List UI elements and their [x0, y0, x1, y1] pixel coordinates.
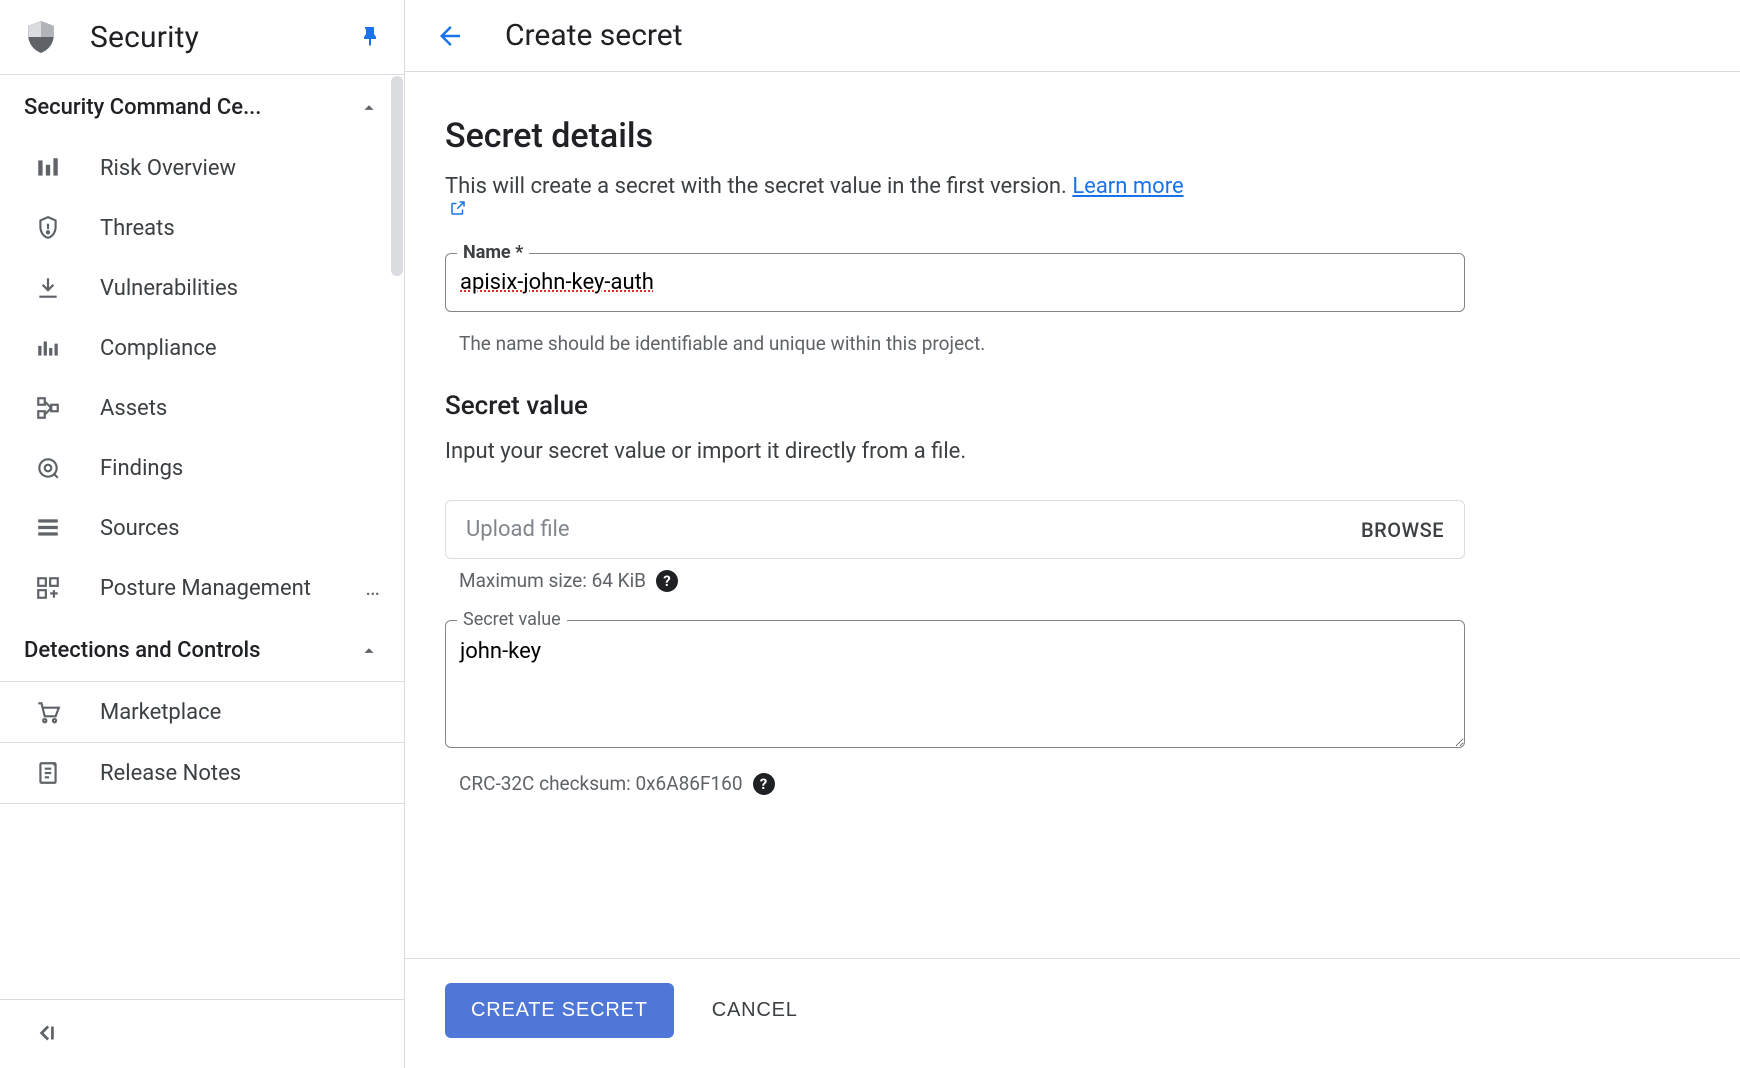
- max-size-text: Maximum size: 64 KiB: [459, 569, 646, 592]
- marketplace-icon: [34, 698, 62, 726]
- name-input[interactable]: [445, 253, 1465, 312]
- checksum-row: CRC-32C checksum: 0x6A86F160 ?: [445, 762, 1700, 795]
- section-description: This will create a secret with the secre…: [445, 174, 1700, 217]
- upload-file-box: Upload file BROWSE: [445, 500, 1465, 559]
- divider: [0, 803, 404, 804]
- sidebar-item-posture-management[interactable]: Posture Management …: [0, 558, 404, 618]
- nav-label: Findings: [100, 456, 380, 481]
- security-shield-icon: [22, 18, 60, 56]
- sidebar-section-label: Detections and Controls: [24, 638, 358, 663]
- sidebar-item-risk-overview[interactable]: Risk Overview: [0, 138, 404, 198]
- sidebar-item-release-notes[interactable]: Release Notes: [0, 743, 404, 803]
- name-field: Name *: [445, 253, 1465, 312]
- findings-icon: [34, 454, 62, 482]
- content: Secret details This will create a secret…: [405, 72, 1740, 958]
- sidebar-item-compliance[interactable]: Compliance: [0, 318, 404, 378]
- learn-more-link[interactable]: Learn more: [1072, 174, 1183, 199]
- sidebar-item-sources[interactable]: Sources: [0, 498, 404, 558]
- collapse-sidebar-button[interactable]: [0, 999, 404, 1068]
- action-bar: CREATE SECRET CANCEL: [405, 958, 1740, 1068]
- learn-more-text: Learn more: [1072, 174, 1183, 199]
- help-icon[interactable]: ?: [656, 570, 678, 592]
- sidebar: Security Security Command Ce... Risk Ove…: [0, 0, 405, 1068]
- back-button[interactable]: [435, 21, 465, 51]
- sidebar-item-vulnerabilities[interactable]: Vulnerabilities: [0, 258, 404, 318]
- main: Create secret Secret details This will c…: [405, 0, 1740, 1068]
- nav-label: Posture Management: [100, 576, 359, 601]
- pin-icon[interactable]: [360, 25, 384, 49]
- sidebar-section-detections[interactable]: Detections and Controls: [0, 618, 404, 681]
- checksum-text: CRC-32C checksum: 0x6A86F160: [459, 772, 743, 795]
- nav-label: Sources: [100, 516, 380, 541]
- cancel-button[interactable]: CANCEL: [712, 999, 798, 1022]
- nav-label: Compliance: [100, 336, 380, 361]
- secret-value-input[interactable]: [445, 620, 1465, 748]
- assets-icon: [34, 394, 62, 422]
- name-label: Name *: [457, 242, 529, 263]
- nav-label: Vulnerabilities: [100, 276, 380, 301]
- dashboard-icon: [34, 154, 62, 182]
- section-heading-value: Secret value: [445, 391, 1700, 421]
- sidebar-header: Security: [0, 0, 404, 75]
- secret-value-label: Secret value: [457, 609, 567, 630]
- nav-label: Assets: [100, 396, 380, 421]
- posture-icon: [34, 574, 62, 602]
- sidebar-scrollbar[interactable]: [389, 76, 404, 366]
- chevron-up-icon: [358, 640, 380, 662]
- sidebar-section-label: Security Command Ce...: [24, 95, 358, 120]
- section-desc-text: This will create a secret with the secre…: [445, 174, 1067, 199]
- sidebar-item-findings[interactable]: Findings: [0, 438, 404, 498]
- compliance-icon: [34, 334, 62, 362]
- sidebar-item-threats[interactable]: Threats: [0, 198, 404, 258]
- page-title: Create secret: [505, 18, 683, 53]
- browse-button[interactable]: BROWSE: [1361, 518, 1444, 542]
- topbar: Create secret: [405, 0, 1740, 72]
- section-heading-details: Secret details: [445, 116, 1700, 156]
- nav-label: Risk Overview: [100, 156, 380, 181]
- max-size-row: Maximum size: 64 KiB ?: [445, 559, 1700, 592]
- sources-icon: [34, 514, 62, 542]
- create-secret-button[interactable]: CREATE SECRET: [445, 983, 674, 1038]
- release-notes-icon: [34, 759, 62, 787]
- external-link-icon: [445, 199, 1700, 217]
- sidebar-item-marketplace[interactable]: Marketplace: [0, 682, 404, 742]
- sidebar-title: Security: [90, 20, 360, 55]
- threat-icon: [34, 214, 62, 242]
- value-description: Input your secret value or import it dir…: [445, 439, 1700, 464]
- sidebar-item-assets[interactable]: Assets: [0, 378, 404, 438]
- chevron-up-icon: [358, 97, 380, 119]
- secret-value-field: Secret value: [445, 620, 1465, 752]
- vuln-icon: [34, 274, 62, 302]
- nav-label: Release Notes: [100, 761, 380, 786]
- nav-label: Threats: [100, 216, 380, 241]
- help-icon[interactable]: ?: [753, 773, 775, 795]
- name-helper: The name should be identifiable and uniq…: [445, 322, 1700, 355]
- overflow-indicator: …: [365, 576, 380, 601]
- upload-placeholder: Upload file: [466, 517, 1361, 542]
- nav-label: Marketplace: [100, 700, 380, 725]
- sidebar-section-scc[interactable]: Security Command Ce...: [0, 75, 404, 138]
